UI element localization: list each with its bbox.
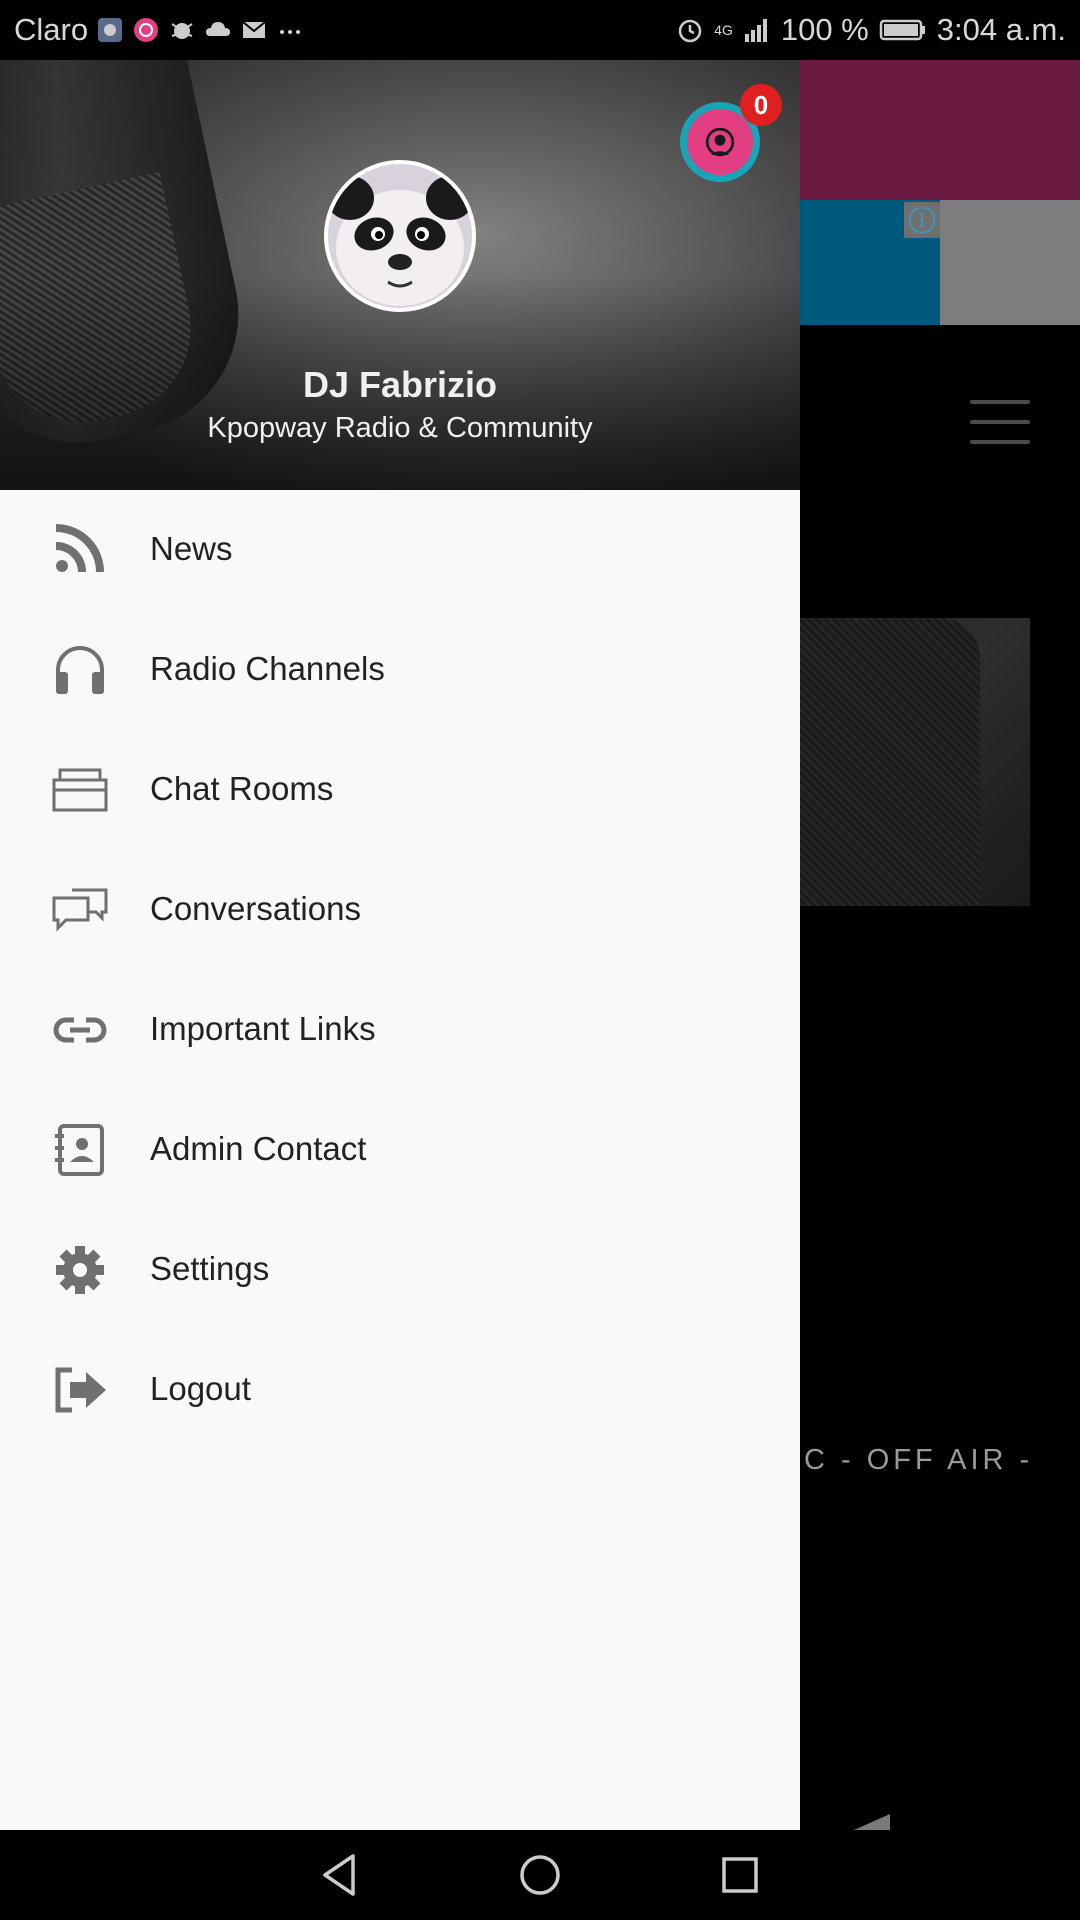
menu-item-radio-channels[interactable]: Radio Channels xyxy=(0,610,800,730)
radio-notification-icon xyxy=(132,16,160,44)
menu-item-label: Conversations xyxy=(150,890,361,927)
chat-room-icon xyxy=(52,764,108,816)
home-button[interactable] xyxy=(510,1850,570,1900)
headphones-icon xyxy=(52,644,108,696)
menu-item-chat-rooms[interactable]: Chat Rooms xyxy=(0,730,800,850)
back-button[interactable] xyxy=(310,1850,370,1900)
network-type-label: 4G xyxy=(714,22,733,38)
rss-icon xyxy=(52,524,108,576)
menu-item-conversations[interactable]: Conversations xyxy=(0,850,800,970)
profile-name: DJ Fabrizio xyxy=(302,364,498,405)
alarm-icon xyxy=(676,16,704,44)
gear-icon xyxy=(52,1244,108,1296)
menu-item-label: Logout xyxy=(150,1370,251,1407)
microphone-image xyxy=(800,618,1030,906)
menu-item-label: News xyxy=(150,530,233,567)
mail-icon xyxy=(240,16,268,44)
logout-icon xyxy=(52,1364,108,1416)
system-nav-bar xyxy=(0,1830,1080,1920)
menu-item-label: Important Links xyxy=(150,1010,376,1047)
contact-book-icon xyxy=(52,1124,108,1176)
drawer-menu: News Radio Channels Chat Rooms Conversat… xyxy=(0,490,800,1450)
hamburger-menu-icon[interactable] xyxy=(970,400,1030,444)
avatar[interactable] xyxy=(324,160,476,312)
menu-item-label: Chat Rooms xyxy=(150,770,334,807)
clock-time: 3:04 a.m. xyxy=(936,12,1066,47)
home-circle-icon xyxy=(520,1855,560,1895)
notification-count-badge: 0 xyxy=(740,84,782,126)
menu-item-admin-contact[interactable]: Admin Contact xyxy=(0,1090,800,1210)
menu-item-label: Admin Contact xyxy=(150,1130,367,1167)
menu-item-label: Settings xyxy=(150,1250,270,1287)
cloud-icon xyxy=(204,16,232,44)
menu-item-settings[interactable]: Settings xyxy=(0,1210,800,1330)
wedge-decoration xyxy=(854,1814,890,1830)
back-triangle-icon xyxy=(323,1854,355,1896)
recents-button[interactable] xyxy=(710,1850,770,1900)
conversations-icon xyxy=(52,884,108,936)
drawer-header: DJ Fabrizio Kpopway Radio & Community 0 xyxy=(0,60,800,490)
bug-icon xyxy=(168,16,196,44)
menu-item-important-links[interactable]: Important Links xyxy=(0,970,800,1090)
menu-item-logout[interactable]: Logout xyxy=(0,1330,800,1450)
battery-percent: 100 % xyxy=(780,12,869,47)
headset-person-icon xyxy=(705,127,735,157)
off-air-text: C - OFF AIR - xyxy=(804,1444,1034,1476)
signal-icon xyxy=(743,16,771,44)
ad-banner-right[interactable] xyxy=(940,200,1080,325)
ad-info-icon[interactable] xyxy=(904,202,940,238)
menu-item-label: Radio Channels xyxy=(150,650,385,687)
recents-square-icon xyxy=(722,1857,758,1893)
background-app: C - OFF AIR - xyxy=(800,60,1080,1830)
menu-item-news[interactable]: News xyxy=(0,490,800,610)
carrier-label: Claro xyxy=(14,12,89,47)
ad-banner-top[interactable] xyxy=(800,60,1080,200)
app-notification-icon xyxy=(96,16,124,44)
navigation-drawer: DJ Fabrizio Kpopway Radio & Community 0 … xyxy=(0,60,800,1830)
more-dots-icon xyxy=(276,16,304,44)
battery-icon xyxy=(879,16,927,44)
link-icon xyxy=(52,1004,108,1056)
status-bar: Claro 4G 100 % 3:04 a.m. xyxy=(0,0,1080,60)
profile-subtitle: Kpopway Radio & Community xyxy=(207,412,593,444)
